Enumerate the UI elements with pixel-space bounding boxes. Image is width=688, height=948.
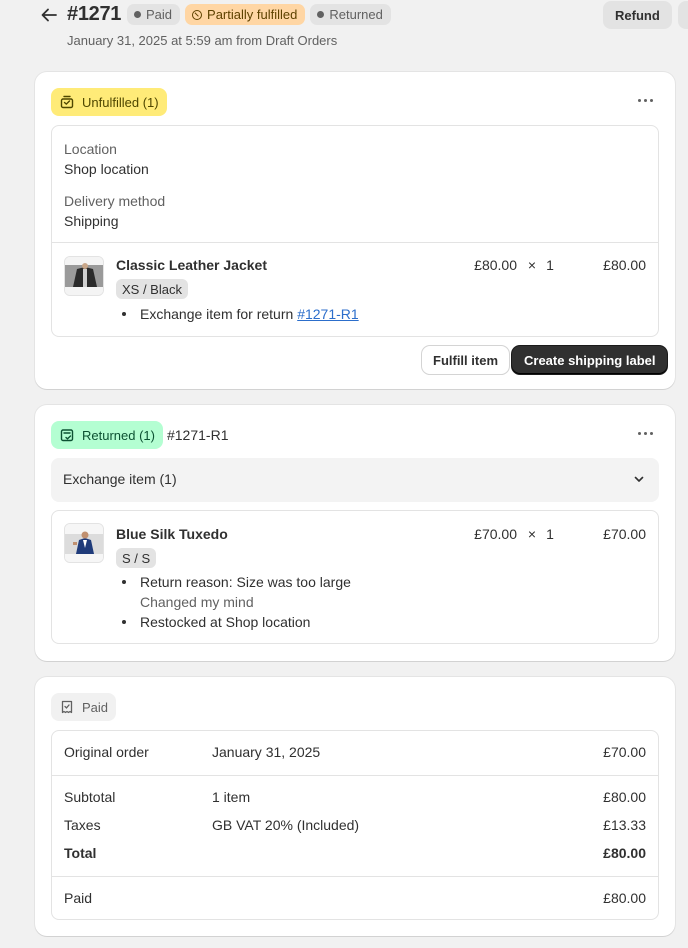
variant-tag: XS / Black bbox=[116, 279, 188, 299]
row-label: Taxes bbox=[64, 817, 101, 833]
exchange-item-accordion[interactable]: Exchange item (1) bbox=[51, 458, 659, 502]
fulfillment-details: Location Shop location Delivery method S… bbox=[51, 125, 659, 337]
row-amount: £70.00 bbox=[603, 744, 646, 760]
returned-item-details: Blue Silk Tuxedo S / S £70.00 × 1 £70.00… bbox=[51, 510, 659, 644]
unfulfilled-more-button[interactable] bbox=[631, 90, 659, 110]
item-name[interactable]: Blue Silk Tuxedo bbox=[116, 526, 228, 542]
returned-more-button[interactable] bbox=[631, 423, 659, 443]
payment-card: Paid Original order January 31, 2025 £70… bbox=[35, 677, 675, 936]
partial-circle-icon bbox=[192, 9, 203, 20]
divider bbox=[52, 876, 658, 877]
arrow-left-icon bbox=[41, 8, 57, 22]
returned-card: Returned (1) #1271-R1 Exchange item (1) … bbox=[35, 405, 675, 661]
delivery-method-label: Delivery method bbox=[64, 193, 166, 209]
divider bbox=[52, 775, 658, 776]
unfulfilled-card-header: Unfulfilled (1) bbox=[51, 88, 167, 116]
payment-summary: Original order January 31, 2025 £70.00 S… bbox=[51, 730, 659, 920]
line-total: £70.00 bbox=[603, 526, 646, 542]
row-label: Subtotal bbox=[64, 789, 116, 805]
order-subtitle: January 31, 2025 at 5:59 am from Draft O… bbox=[67, 33, 338, 48]
location-label: Location bbox=[64, 141, 117, 157]
unit-price: £70.00 bbox=[474, 526, 517, 542]
accordion-label: Exchange item (1) bbox=[63, 471, 177, 487]
row-amount: £80.00 bbox=[603, 845, 646, 861]
paid-status-chip: Paid bbox=[51, 693, 117, 721]
restock-note: Restocked at Shop location bbox=[116, 612, 351, 632]
chevron-down-icon bbox=[634, 476, 644, 482]
order-number: #1271 bbox=[67, 3, 122, 25]
fulfill-item-button[interactable]: Fulfill item bbox=[422, 346, 509, 374]
payment-card-header: Paid bbox=[51, 693, 117, 721]
paid-badge: Paid bbox=[127, 4, 181, 25]
returned-badge: Returned bbox=[310, 4, 391, 25]
silk-tuxedo-thumbnail[interactable] bbox=[64, 523, 104, 563]
paid-row: Paid £80.00 bbox=[52, 890, 658, 910]
item-name[interactable]: Classic Leather Jacket bbox=[116, 257, 267, 273]
variant-tag: S / S bbox=[116, 548, 157, 568]
leather-jacket-thumbnail[interactable] bbox=[64, 256, 104, 296]
create-shipping-label-button[interactable]: Create shipping label bbox=[512, 346, 668, 374]
return-link[interactable]: #1271-R1 bbox=[297, 306, 359, 322]
partially-fulfilled-badge: Partially fulfilled bbox=[185, 4, 306, 25]
exchange-note: Exchange item for return #1271-R1 bbox=[116, 304, 359, 324]
subtotal-row: Subtotal 1 item £80.00 bbox=[52, 789, 658, 809]
returned-status-chip: Returned (1) bbox=[51, 421, 163, 449]
receipt-icon bbox=[59, 699, 75, 715]
quantity: 1 bbox=[546, 526, 554, 542]
total-row: Total £80.00 bbox=[52, 845, 658, 865]
row-detail: 1 item bbox=[212, 789, 251, 805]
badge-label: Partially fulfilled bbox=[207, 7, 298, 22]
row-label: Original order bbox=[64, 744, 149, 760]
unfulfilled-card: Unfulfilled (1) Location Shop location D… bbox=[35, 72, 675, 389]
badge-label: Returned bbox=[329, 7, 383, 22]
delivery-method-value: Shipping bbox=[64, 213, 119, 229]
taxes-row: Taxes GB VAT 20% (Included) £13.33 bbox=[52, 817, 658, 837]
return-id: #1271-R1 bbox=[166, 427, 229, 443]
divider bbox=[52, 242, 658, 243]
note-text: Exchange item for return bbox=[140, 306, 294, 322]
row-detail: GB VAT 20% (Included) bbox=[212, 817, 360, 833]
row-label: Paid bbox=[64, 890, 93, 906]
row-amount: £80.00 bbox=[603, 789, 646, 805]
unit-price: £80.00 bbox=[474, 257, 517, 273]
dot-icon bbox=[317, 11, 325, 18]
row-label: Total bbox=[64, 845, 97, 861]
back-button[interactable] bbox=[38, 4, 60, 26]
times-sign: × bbox=[527, 526, 537, 542]
order-badges: Paid Partially fulfilled Returned bbox=[127, 4, 391, 25]
status-label: Returned (1) bbox=[82, 427, 155, 443]
order-header: #1271 Paid Partially fulfilled Returned … bbox=[0, 0, 688, 60]
times-sign: × bbox=[527, 257, 537, 273]
return-notes: Return reason: Size was too large Change… bbox=[116, 572, 351, 632]
original-order-row: Original order January 31, 2025 £70.00 bbox=[52, 744, 658, 764]
badge-label: Paid bbox=[146, 7, 173, 22]
row-amount: £13.33 bbox=[603, 817, 646, 833]
row-amount: £80.00 bbox=[603, 890, 646, 906]
dot-icon bbox=[134, 11, 141, 18]
quantity: 1 bbox=[546, 257, 554, 273]
more-actions-button[interactable] bbox=[678, 1, 688, 29]
line-total: £80.00 bbox=[603, 257, 646, 273]
return-box-icon bbox=[59, 427, 75, 443]
status-label: Unfulfilled (1) bbox=[82, 94, 159, 110]
status-label: Paid bbox=[82, 699, 109, 715]
item-notes: Exchange item for return #1271-R1 bbox=[116, 304, 359, 324]
refund-button[interactable]: Refund bbox=[603, 1, 672, 29]
return-reason: Return reason: Size was too large bbox=[116, 572, 351, 592]
location-value: Shop location bbox=[64, 161, 149, 177]
package-icon bbox=[59, 94, 75, 110]
returned-card-header: Returned (1) #1271-R1 bbox=[51, 421, 228, 449]
return-reason-note: Changed my mind bbox=[140, 594, 254, 610]
row-detail: January 31, 2025 bbox=[212, 744, 321, 760]
unfulfilled-status-chip: Unfulfilled (1) bbox=[51, 88, 167, 116]
